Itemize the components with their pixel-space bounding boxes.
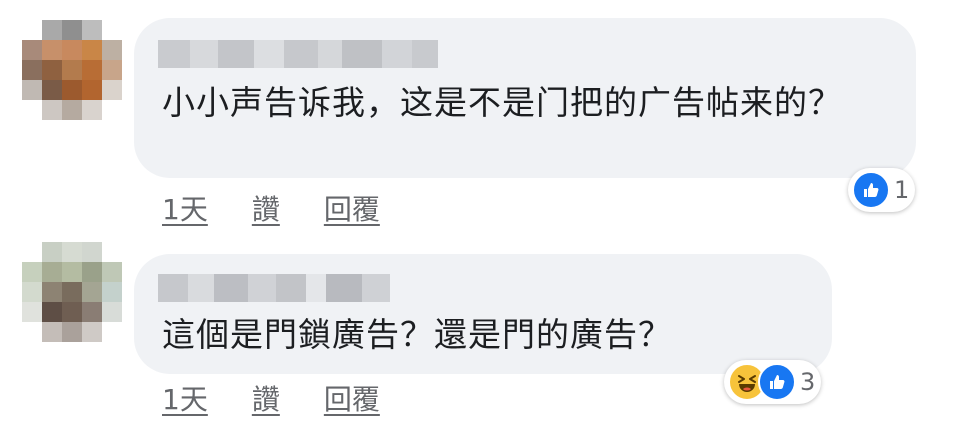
comment-1: 小小声告诉我，这是不是门把的广告帖来的？ 1天 讚 回覆 1 bbox=[0, 0, 960, 230]
like-icon bbox=[852, 171, 890, 209]
comment-bubble: 小小声告诉我，这是不是门把的广告帖来的？ bbox=[134, 18, 916, 178]
reaction-count: 3 bbox=[800, 368, 816, 396]
like-icon bbox=[758, 363, 796, 401]
avatar[interactable] bbox=[22, 242, 122, 342]
timestamp-link[interactable]: 1天 bbox=[162, 378, 208, 418]
like-button[interactable]: 讚 bbox=[252, 188, 280, 228]
comment-text: 小小声告诉我，这是不是门把的广告帖来的？ bbox=[162, 83, 842, 122]
reply-button[interactable]: 回覆 bbox=[324, 378, 380, 418]
reactions-summary[interactable]: 3 bbox=[724, 360, 822, 404]
reply-button[interactable]: 回覆 bbox=[324, 188, 380, 228]
author-name-blurred[interactable] bbox=[158, 40, 438, 68]
like-button[interactable]: 讚 bbox=[252, 378, 280, 418]
avatar[interactable] bbox=[22, 20, 122, 120]
comment-2: 這個是門鎖廣告？還是門的廣告？ 1天 讚 回覆 3 bbox=[0, 230, 960, 435]
reactions-summary[interactable]: 1 bbox=[848, 168, 916, 212]
comment-actions: 1天 讚 回覆 bbox=[162, 378, 424, 418]
timestamp-link[interactable]: 1天 bbox=[162, 188, 208, 228]
author-name-blurred[interactable] bbox=[158, 274, 390, 302]
comment-text: 這個是門鎖廣告？還是門的廣告？ bbox=[162, 315, 672, 354]
reaction-count: 1 bbox=[894, 176, 910, 204]
comment-bubble: 這個是門鎖廣告？還是門的廣告？ bbox=[134, 254, 832, 374]
comment-actions: 1天 讚 回覆 bbox=[162, 188, 424, 228]
